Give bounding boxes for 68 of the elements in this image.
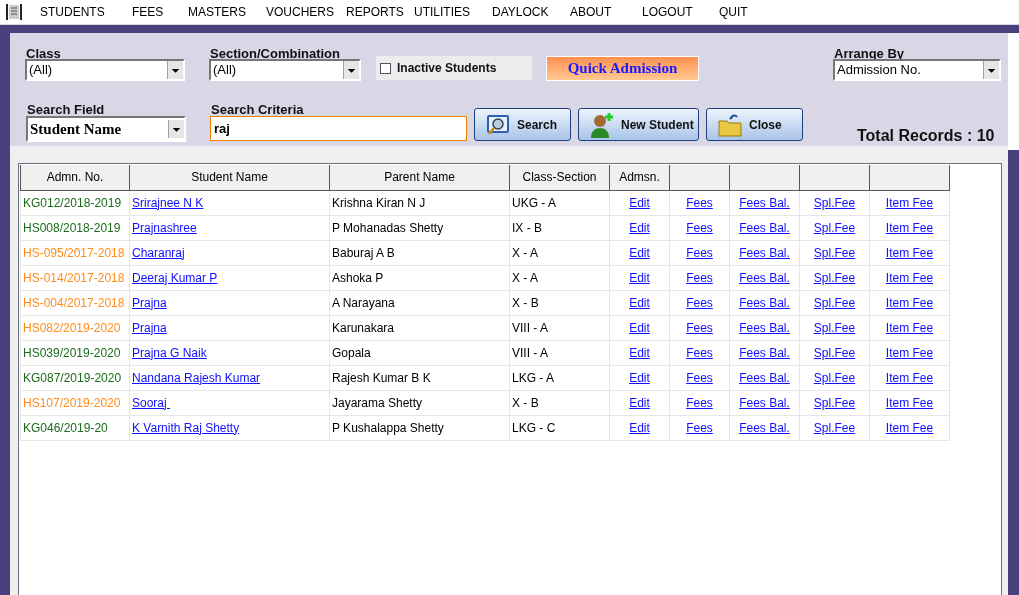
table-cell: VIII - A xyxy=(509,340,610,365)
checkbox[interactable] xyxy=(380,62,391,74)
table-cell: HS107/2019-2020 xyxy=(20,390,130,415)
column-header: Admn. No. xyxy=(20,165,130,190)
table-cell: Rajesh Kumar B K xyxy=(329,365,510,390)
menu-item[interactable]: LOGOUT xyxy=(642,3,719,21)
column-header: Class-Section xyxy=(509,165,610,190)
checkbox-label: Inactive Students xyxy=(397,60,497,77)
menu-item[interactable]: REPORTS xyxy=(346,3,414,21)
table-cell: Karunakara xyxy=(329,315,510,340)
table-cell: UKG - A xyxy=(509,190,610,215)
person-add-icon xyxy=(589,111,615,138)
dropdown[interactable]: Admission No. xyxy=(833,59,1001,81)
new-button[interactable]: New Student xyxy=(578,108,699,141)
close-button[interactable]: Close xyxy=(706,108,803,141)
table-cell: HS-004/2017-2018 xyxy=(20,290,130,315)
menu-item[interactable]: QUIT xyxy=(719,3,759,21)
student-link[interactable]: Prajnashree xyxy=(132,220,197,235)
table-cell: Krishna Kiran N J xyxy=(329,190,510,215)
field-label: Search Field xyxy=(27,101,105,119)
student-link[interactable]: Sooraj xyxy=(132,395,171,410)
menu-item[interactable]: MASTERS xyxy=(188,3,266,21)
menu-item[interactable]: ABOUT xyxy=(570,3,642,21)
table-cell: LKG - A xyxy=(509,365,610,390)
dropdown[interactable]: (All) xyxy=(25,59,185,81)
table-cell: VIII - A xyxy=(509,315,610,340)
table-cell: A Narayana xyxy=(329,290,510,315)
table-cell: HS008/2018-2019 xyxy=(20,215,130,240)
table-cell: Baburaj A B xyxy=(329,240,510,265)
table-cell: Ashoka P xyxy=(329,265,510,290)
table-cell: X - B xyxy=(509,290,610,315)
folder-icon xyxy=(717,112,743,137)
table-cell: P Mohanadas Shetty xyxy=(329,215,510,240)
menu-item[interactable]: FEES xyxy=(132,3,188,21)
field-label: Search Criteria xyxy=(211,101,304,119)
total-records: Total Records : 10 xyxy=(857,126,995,146)
student-link[interactable]: Prajna xyxy=(132,295,167,310)
menu-item[interactable]: STUDENTS xyxy=(40,3,132,21)
app-icon[interactable] xyxy=(6,3,22,21)
menu-item[interactable]: VOUCHERS xyxy=(266,3,346,21)
student-link[interactable]: Charanraj xyxy=(132,245,185,260)
table-cell: HS039/2019-2020 xyxy=(20,340,130,365)
student-link[interactable]: Prajna xyxy=(132,320,167,335)
quick-admission-button[interactable]: Quick Admission xyxy=(546,56,699,81)
search-button[interactable]: Search xyxy=(474,108,571,141)
column-header: Parent Name xyxy=(329,165,510,190)
search-icon xyxy=(485,112,511,137)
table-cell: HS-095/2017-2018 xyxy=(20,240,130,265)
table-cell: HS082/2019-2020 xyxy=(20,315,130,340)
table-cell: X - B xyxy=(509,390,610,415)
table-cell: Gopala xyxy=(329,340,510,365)
dropdown[interactable]: (All) xyxy=(209,59,361,81)
table-cell: X - A xyxy=(509,265,610,290)
table-cell: X - A xyxy=(509,240,610,265)
table-cell: P Kushalappa Shetty xyxy=(329,415,510,440)
dropdown[interactable]: Student Name xyxy=(26,116,186,142)
table-cell: Jayarama Shetty xyxy=(329,390,510,415)
table-cell: HS-014/2017-2018 xyxy=(20,265,130,290)
table-cell: KG087/2019-2020 xyxy=(20,365,130,390)
table-cell: LKG - C xyxy=(509,415,610,440)
search-criteria-field[interactable]: raj xyxy=(210,116,467,141)
menu-item[interactable]: UTILITIES xyxy=(414,3,492,21)
column-header: Admsn. xyxy=(609,165,670,190)
table-cell: IX - B xyxy=(509,215,610,240)
menu-item[interactable]: DAYLOCK xyxy=(492,3,570,21)
column-header: Student Name xyxy=(129,165,330,190)
table-cell: KG012/2018-2019 xyxy=(20,190,130,215)
table-cell: KG046/2019-20 xyxy=(20,415,130,440)
